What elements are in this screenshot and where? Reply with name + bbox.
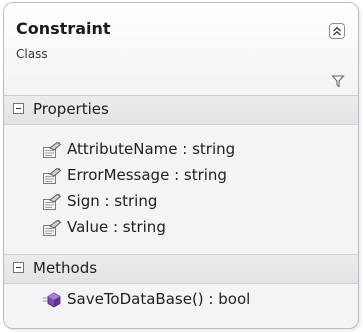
class-title: Constraint	[16, 19, 111, 38]
property-row[interactable]: ErrorMessage : string	[4, 163, 358, 189]
class-header: Constraint Class	[4, 3, 358, 96]
property-name: ErrorMessage : string	[67, 166, 227, 184]
method-icon	[43, 292, 61, 308]
methods-compartment-header[interactable]: Methods	[4, 254, 358, 284]
property-name: Value : string	[67, 218, 166, 236]
class-shape-constraint[interactable]: Constraint Class Properties AttributeNam…	[3, 2, 359, 329]
property-row[interactable]: Sign : string	[4, 189, 358, 215]
properties-label: Properties	[33, 100, 109, 118]
method-row[interactable]: SaveToDataBase() : bool	[4, 287, 358, 313]
property-name: Sign : string	[67, 192, 158, 210]
properties-compartment-header[interactable]: Properties	[4, 96, 358, 125]
property-icon	[43, 219, 62, 236]
collapse-button[interactable]	[329, 23, 345, 39]
filter-icon[interactable]	[331, 74, 345, 88]
method-name: SaveToDataBase() : bool	[67, 290, 251, 308]
methods-collapse-toggle[interactable]	[13, 262, 24, 273]
properties-collapse-toggle[interactable]	[13, 103, 24, 114]
class-stereotype: Class	[16, 47, 48, 61]
property-icon	[43, 167, 62, 184]
property-name: AttributeName : string	[67, 140, 236, 158]
property-row[interactable]: AttributeName : string	[4, 137, 358, 163]
double-chevron-up-icon	[333, 26, 341, 36]
property-row[interactable]: Value : string	[4, 215, 358, 241]
property-icon	[43, 141, 62, 158]
property-icon	[43, 193, 62, 210]
methods-label: Methods	[33, 259, 98, 277]
